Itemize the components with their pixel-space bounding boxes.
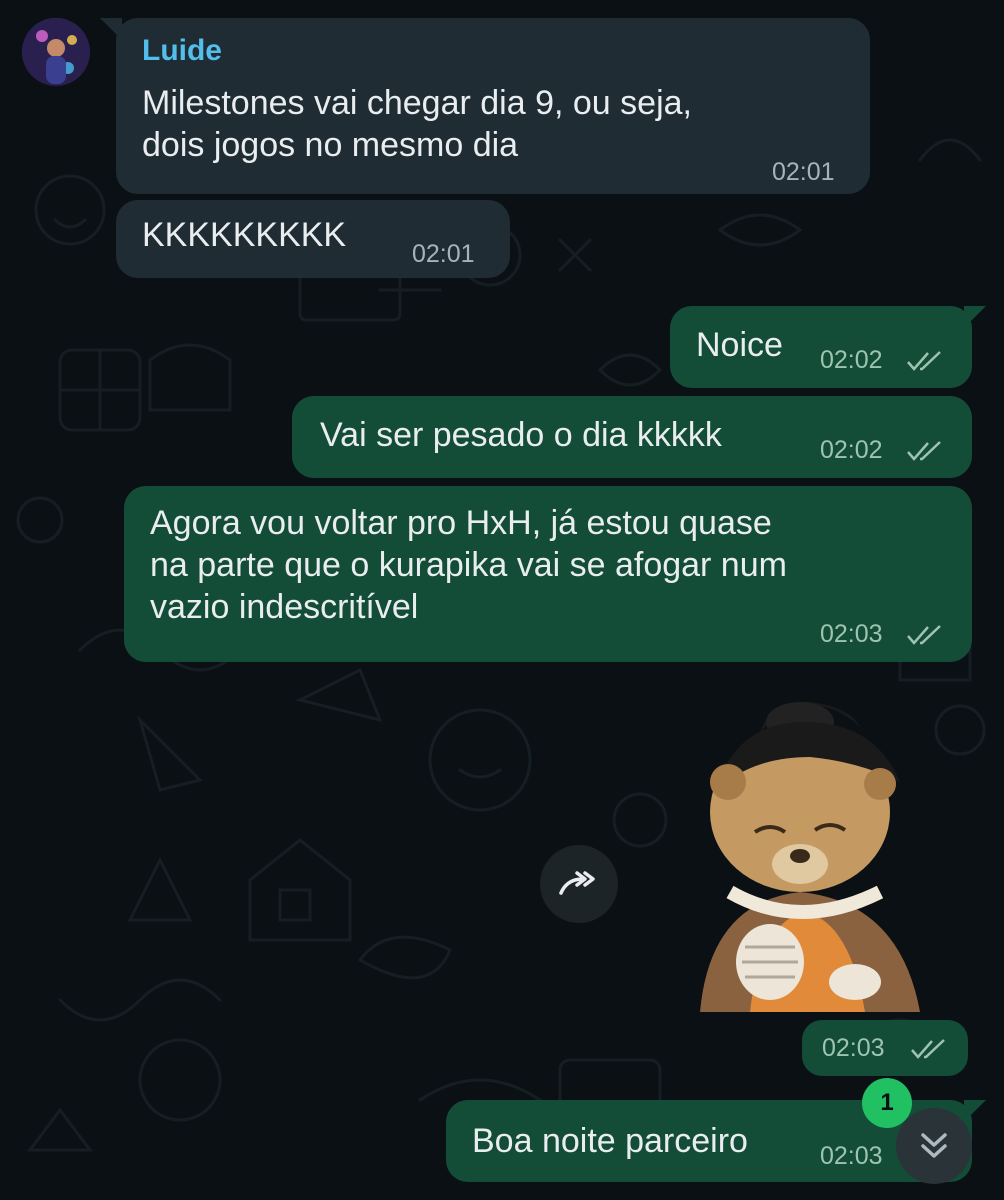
message-text: KKKKKKKKK [142, 216, 347, 254]
message-text: Vai ser pesado o dia kkkkk [320, 416, 722, 454]
double-chevron-down-icon [921, 1133, 947, 1158]
message-text: Noice [696, 326, 783, 364]
outgoing-message[interactable]: Noice 02:02 [670, 306, 972, 388]
message-time: 02:02 [820, 436, 883, 464]
forward-icon [559, 871, 595, 895]
bear-character-sticker[interactable] [690, 692, 930, 1012]
forward-button[interactable] [540, 845, 618, 923]
message-text: Boa noite parceiro [472, 1122, 748, 1160]
sender-name: Luide [142, 34, 222, 67]
read-receipt-icon [907, 625, 941, 645]
contact-avatar[interactable] [22, 18, 90, 86]
message-time: 02:03 [822, 1034, 885, 1062]
sticker-time-bubble: 02:03 [802, 1020, 968, 1076]
outgoing-message[interactable]: Agora vou voltar pro HxH, já estou quase… [124, 486, 972, 662]
message-time: 02:03 [820, 620, 883, 648]
outgoing-message[interactable]: Vai ser pesado o dia kkkkk 02:02 [292, 396, 972, 478]
read-receipt-icon [907, 441, 941, 461]
message-time: 02:01 [772, 158, 835, 186]
avatar-photo-icon [22, 18, 90, 86]
read-receipt-icon [911, 1039, 945, 1059]
message-text: Milestones vai chegar dia 9, ou seja, do… [142, 84, 692, 164]
message-time: 02:03 [820, 1142, 883, 1170]
message-time: 02:01 [412, 240, 475, 268]
read-receipt-icon [907, 351, 941, 371]
message-text: Agora vou voltar pro HxH, já estou quase… [150, 504, 787, 626]
scroll-to-bottom-button[interactable] [896, 1108, 972, 1184]
incoming-message[interactable]: Luide Milestones vai chegar dia 9, ou se… [116, 18, 870, 194]
unread-count-badge: 1 [862, 1078, 912, 1128]
message-time: 02:02 [820, 346, 883, 374]
incoming-message[interactable]: KKKKKKKKK 02:01 [116, 200, 510, 278]
